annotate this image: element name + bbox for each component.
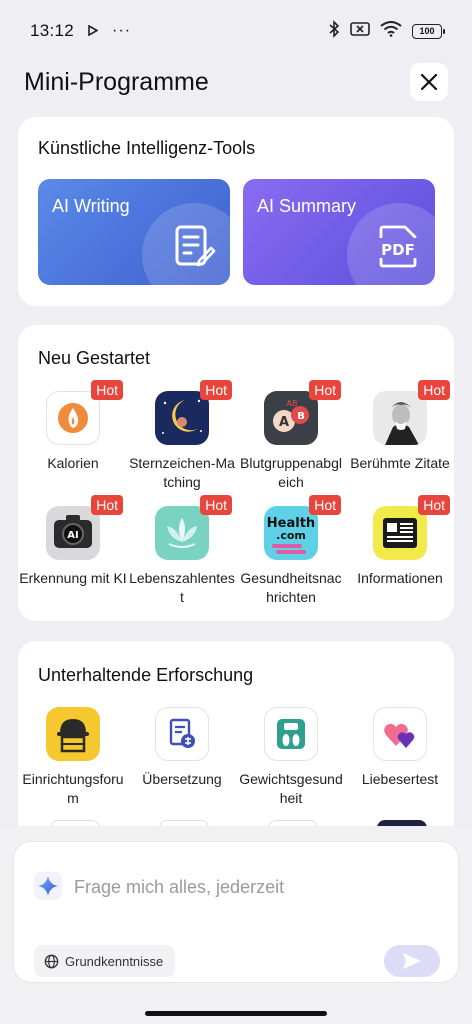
app-label: Übersetzung <box>142 771 222 787</box>
hearts-icon <box>373 707 427 761</box>
svg-text:A: A <box>279 415 289 430</box>
svg-text:B: B <box>297 411 305 422</box>
section-title: Unterhaltende Erforschung <box>38 665 254 685</box>
close-button[interactable] <box>410 63 448 101</box>
svg-text:AB: AB <box>287 399 298 408</box>
close-icon <box>420 73 438 91</box>
app-label: Erkennung mit KI <box>19 570 127 586</box>
ai-tools-card: Künstliche Intelligenz-Tools AI Writing … <box>18 117 454 306</box>
status-bar: 13:12 ··· 100 <box>0 0 472 62</box>
app-label: Gewichtsgesundheit <box>239 771 343 806</box>
hot-badge: Hot <box>418 380 450 400</box>
svg-text:.com: .com <box>276 529 306 542</box>
ai-summary-tile[interactable]: AI Summary PDF <box>243 179 435 285</box>
hot-badge: Hot <box>200 380 232 400</box>
app-gewichtsgesundheit[interactable]: Gewichtsgesundheit <box>237 707 345 808</box>
app-einrichtungsforum[interactable]: Einrichtungsforum <box>19 707 127 808</box>
globe-icon <box>44 954 59 968</box>
pdf-icon: PDF <box>375 224 421 273</box>
ask-panel: Frage mich alles, jederzeit Grundkenntni… <box>0 826 472 1024</box>
app-sternzeichen-matching[interactable]: Hot Sternzeichen-Matching <box>128 380 236 492</box>
app-kalorien[interactable]: Hot Kalorien <box>19 380 127 473</box>
home-indicator[interactable] <box>145 1011 327 1016</box>
tile-label: AI Writing <box>52 196 130 216</box>
chip-label: Grundkenntnisse <box>65 953 164 969</box>
app-erkennung-mit-ki[interactable]: AI Hot Erkennung mit KI <box>19 495 127 588</box>
ask-placeholder[interactable]: Frage mich alles, jederzeit <box>74 877 284 898</box>
app-informationen[interactable]: Hot Informationen <box>346 495 454 588</box>
exploration-card: Unterhaltende Erforschung Einrichtungsfo… <box>18 641 454 841</box>
app-label: Blutgruppenabgleich <box>240 455 342 490</box>
app-label: Lebenszahlentest <box>129 570 235 605</box>
scale-icon <box>264 707 318 761</box>
sim-off-icon <box>350 21 370 42</box>
hot-badge: Hot <box>91 380 123 400</box>
app-beruehmte-zitate[interactable]: Hot Berühmte Zitate <box>346 380 454 473</box>
app-label: Einrichtungsforum <box>22 771 124 806</box>
app-gesundheitsnachrichten[interactable]: Health .com Hot Gesundheitsnachrichten <box>237 495 345 607</box>
sparkle-icon <box>34 872 62 900</box>
page-title: Mini-Programme <box>24 67 209 96</box>
ai-writing-tile[interactable]: AI Writing <box>38 179 230 285</box>
hot-badge: Hot <box>418 495 450 515</box>
app-blutgruppenabgleich[interactable]: A B AB Hot Blutgruppenabgleich <box>237 380 345 492</box>
svg-text:AI: AI <box>67 530 78 541</box>
hot-badge: Hot <box>309 380 341 400</box>
app-label: Kalorien <box>47 455 99 471</box>
section-title: Neu Gestartet <box>38 348 151 368</box>
app-label: Liebesertest <box>361 771 439 787</box>
tile-label: AI Summary <box>257 196 357 216</box>
app-uebersetzung[interactable]: Übersetzung <box>128 707 236 789</box>
header: Mini-Programme <box>24 62 448 102</box>
new-started-card: Neu Gestartet Hot Kalorien Hot Sternzeic… <box>18 325 454 621</box>
hot-badge: Hot <box>200 495 232 515</box>
translate-icon <box>155 707 209 761</box>
status-time: 13:12 <box>30 21 75 40</box>
play-icon <box>88 21 99 41</box>
app-label: Berühmte Zitate <box>350 455 450 471</box>
wifi-icon <box>380 20 402 42</box>
app-liebesertest[interactable]: Liebesertest <box>346 707 454 789</box>
section-title: Künstliche Intelligenz-Tools <box>38 138 256 158</box>
app-label: Sternzeichen-Matching <box>129 455 235 490</box>
hot-badge: Hot <box>309 495 341 515</box>
edit-document-icon <box>174 224 216 273</box>
app-label: Informationen <box>357 570 443 586</box>
app-lebenszahlentest[interactable]: Hot Lebenszahlentest <box>128 495 236 607</box>
worker-helmet-icon <box>46 707 100 761</box>
knowledge-chip[interactable]: Grundkenntnisse <box>34 945 176 977</box>
hot-badge: Hot <box>91 495 123 515</box>
ask-input-box[interactable]: Frage mich alles, jederzeit Grundkenntni… <box>13 841 459 983</box>
send-button[interactable] <box>384 945 440 977</box>
pdf-text: PDF <box>381 241 415 259</box>
battery-icon: 100 <box>412 23 445 39</box>
app-label: Gesundheitsnachrichten <box>240 570 342 605</box>
more-notifications-icon: ··· <box>112 22 132 39</box>
bluetooth-icon <box>328 19 340 43</box>
send-icon <box>403 953 421 969</box>
